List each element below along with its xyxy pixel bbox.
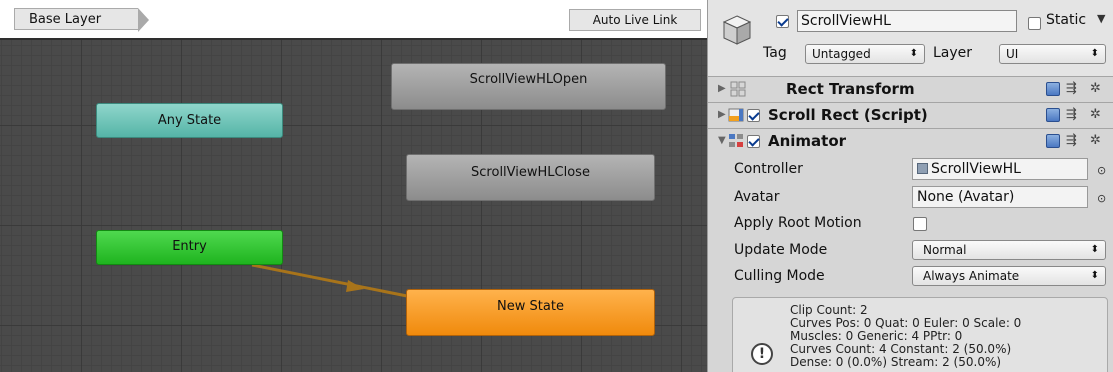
avatar-label: Avatar <box>734 189 780 205</box>
static-checkbox[interactable] <box>1028 17 1041 30</box>
chevron-updown-icon: ⬍ <box>1090 270 1099 281</box>
culling-mode-label: Culling Mode <box>734 268 825 284</box>
presets-icon[interactable]: ⇶ <box>1066 77 1077 101</box>
component-title: Animator <box>768 132 847 150</box>
tag-label: Tag <box>763 45 787 61</box>
culling-mode-value: Always Animate <box>923 269 1020 283</box>
component-title: Scroll Rect (Script) <box>768 106 928 124</box>
apply-root-motion-label: Apply Root Motion <box>734 215 862 231</box>
animator-graph-canvas[interactable]: Base Layer Auto Live Link ScrollViewHLOp… <box>0 0 707 372</box>
foldout-expanded-icon[interactable]: ▼ <box>718 129 726 153</box>
avatar-field[interactable]: None (Avatar) <box>912 186 1088 208</box>
component-scroll-rect[interactable]: ▶ Scroll Rect (Script) ⇶ ✲ <box>708 102 1113 127</box>
state-node-new-state[interactable]: New State <box>406 289 655 336</box>
gear-icon[interactable]: ✲ <box>1090 129 1101 153</box>
chevron-updown-icon: ⬍ <box>1090 48 1099 59</box>
apply-root-motion-checkbox[interactable] <box>913 217 927 231</box>
animator-controller-icon <box>917 163 928 174</box>
help-book-icon[interactable] <box>1046 82 1060 96</box>
state-node-scrollviewhlclose[interactable]: ScrollViewHLClose <box>406 154 655 201</box>
chevron-updown-icon: ⬍ <box>909 48 918 59</box>
gear-icon[interactable]: ✲ <box>1090 77 1101 101</box>
tag-dropdown[interactable]: Untagged ⬍ <box>805 44 925 64</box>
gear-icon[interactable]: ✲ <box>1090 103 1101 127</box>
info-line: Dense: 0 (0.0%) Stream: 2 (50.0%) <box>790 355 1002 369</box>
gameobject-active-checkbox[interactable] <box>776 15 789 28</box>
state-node-scrollviewhlopen[interactable]: ScrollViewHLOpen <box>391 63 666 110</box>
culling-mode-dropdown[interactable]: Always Animate ⬍ <box>912 266 1106 286</box>
update-mode-value: Normal <box>923 243 967 257</box>
component-enabled-checkbox[interactable] <box>747 135 760 148</box>
script-icon <box>728 108 744 122</box>
controller-label: Controller <box>734 161 803 177</box>
tag-value: Untagged <box>812 47 871 61</box>
chevron-updown-icon: ⬍ <box>1090 244 1099 255</box>
layer-dropdown[interactable]: UI ⬍ <box>999 44 1106 64</box>
update-mode-dropdown[interactable]: Normal ⬍ <box>912 240 1106 260</box>
static-dropdown-icon[interactable]: ▼ <box>1097 12 1105 25</box>
foldout-collapsed-icon[interactable]: ▶ <box>718 103 726 127</box>
gameobject-name-field[interactable]: ScrollViewHL <box>797 10 1017 32</box>
presets-icon[interactable]: ⇶ <box>1066 103 1077 127</box>
component-title: Rect Transform <box>786 80 915 98</box>
component-animator[interactable]: ▼ Animator ⇶ ✲ <box>708 128 1113 153</box>
help-book-icon[interactable] <box>1046 108 1060 122</box>
info-exclamation-icon: ! <box>751 343 773 365</box>
static-label: Static <box>1046 12 1087 28</box>
update-mode-label: Update Mode <box>734 242 828 258</box>
animator-info-box: ! Clip Count: 2 Curves Pos: 0 Quat: 0 Eu… <box>732 297 1108 372</box>
component-rect-transform[interactable]: ▶ Rect Transform ⇶ ✲ <box>708 76 1113 101</box>
object-picker-icon[interactable]: ⊙ <box>1097 164 1106 177</box>
controller-field[interactable]: ScrollViewHL <box>912 158 1088 180</box>
presets-icon[interactable]: ⇶ <box>1066 129 1077 153</box>
state-node-any-state[interactable]: Any State <box>96 103 283 138</box>
transition-line[interactable] <box>251 263 408 298</box>
component-enabled-checkbox[interactable] <box>747 109 760 122</box>
help-book-icon[interactable] <box>1046 134 1060 148</box>
controller-value: ScrollViewHL <box>931 161 1021 177</box>
layer-value: UI <box>1006 47 1019 61</box>
foldout-collapsed-icon[interactable]: ▶ <box>718 77 726 101</box>
layer-label: Layer <box>933 45 973 61</box>
object-picker-icon[interactable]: ⊙ <box>1097 192 1106 205</box>
rect-transform-icon <box>730 81 746 97</box>
inspector-panel: ScrollViewHL Static ▼ Tag Untagged ⬍ Lay… <box>707 0 1113 372</box>
gameobject-header: ScrollViewHL Static ▼ Tag Untagged ⬍ Lay… <box>708 0 1113 76</box>
cube-icon <box>722 15 752 45</box>
animator-icon <box>729 134 743 147</box>
state-node-entry[interactable]: Entry <box>96 230 283 265</box>
